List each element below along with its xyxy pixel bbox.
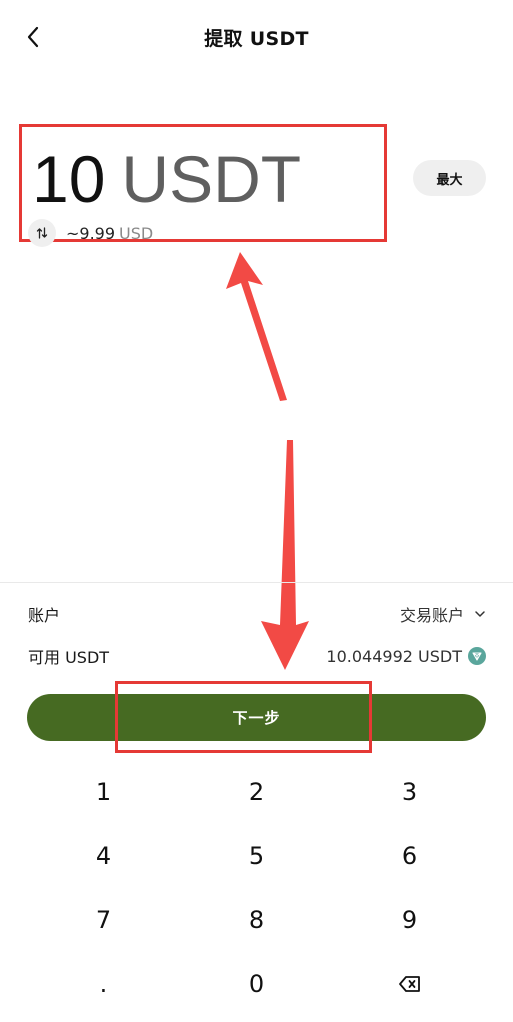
account-selector[interactable]: 交易账户 xyxy=(400,602,486,626)
converted-number: ~9.99 xyxy=(66,223,116,243)
key-decimal[interactable]: . xyxy=(27,952,180,1016)
amount-unit: USDT xyxy=(121,142,302,216)
converted-unit: USD xyxy=(119,223,154,243)
backspace-icon xyxy=(398,976,420,992)
available-balance-row: 可用 USDT 10.044992 USDT xyxy=(28,644,486,668)
amount-value: 10 xyxy=(32,142,106,216)
amount-input[interactable]: 10 USDT xyxy=(32,141,301,217)
key-3[interactable]: 3 xyxy=(333,760,486,824)
account-value: 交易账户 xyxy=(399,606,464,625)
swap-vertical-icon xyxy=(36,227,48,239)
key-6[interactable]: 6 xyxy=(333,824,486,888)
key-1[interactable]: 1 xyxy=(27,760,180,824)
arrow-up-annotation xyxy=(226,252,287,401)
key-4[interactable]: 4 xyxy=(27,824,180,888)
arrow-down-annotation xyxy=(261,440,309,670)
converted-value: ~9.99 USD xyxy=(66,224,153,243)
swap-currency-button[interactable] xyxy=(28,219,56,247)
tron-icon xyxy=(468,647,486,665)
available-label: 可用 USDT xyxy=(28,648,110,667)
key-9[interactable]: 9 xyxy=(333,888,486,952)
page-title: 提取 USDT xyxy=(204,28,309,50)
header: 提取 USDT xyxy=(0,0,513,76)
chevron-down-icon xyxy=(474,610,486,618)
key-2[interactable]: 2 xyxy=(180,760,333,824)
max-button[interactable]: 最大 xyxy=(413,160,486,196)
key-7[interactable]: 7 xyxy=(27,888,180,952)
amount-highlight-box: 10 USDT ~9.99 USD xyxy=(19,124,387,247)
key-8[interactable]: 8 xyxy=(180,888,333,952)
available-value: 10.044992 USDT xyxy=(326,646,462,666)
next-button-highlight-box xyxy=(115,681,372,753)
key-5[interactable]: 5 xyxy=(180,824,333,888)
account-label: 账户 xyxy=(28,606,61,625)
key-delete[interactable] xyxy=(333,952,486,1016)
key-0[interactable]: 0 xyxy=(180,952,333,1016)
available-value-group: 10.044992 USDT xyxy=(326,647,486,666)
divider xyxy=(0,582,513,583)
converted-amount-row: ~9.99 USD xyxy=(28,219,153,247)
account-row[interactable]: 账户 交易账户 xyxy=(28,602,486,626)
numeric-keypad: 1 2 3 4 5 6 7 8 9 . 0 xyxy=(27,760,486,1016)
